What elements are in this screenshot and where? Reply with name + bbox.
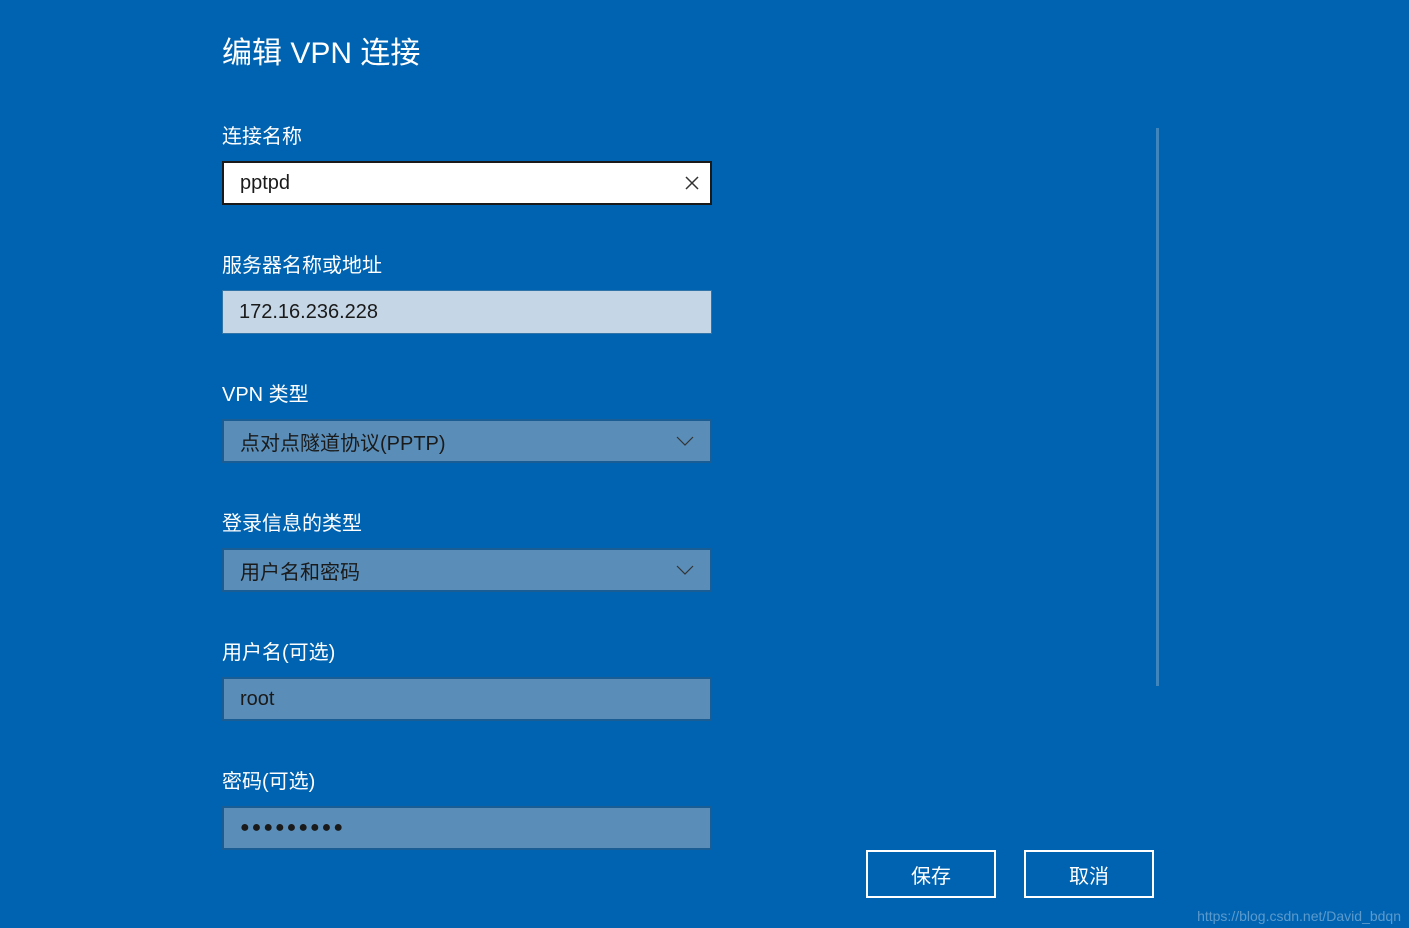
- username-value: root: [240, 688, 274, 711]
- edit-vpn-dialog: 编辑 VPN 连接 连接名称 服务器名称或地址 172.16.236.228 V…: [0, 0, 720, 850]
- login-type-label: 登录信息的类型: [222, 507, 720, 536]
- login-type-group: 登录信息的类型 用户名和密码: [222, 507, 720, 592]
- connection-name-group: 连接名称: [222, 120, 720, 205]
- chevron-down-icon: [676, 561, 694, 579]
- server-address-label: 服务器名称或地址: [222, 249, 720, 278]
- connection-name-wrapper: [222, 161, 712, 205]
- username-input[interactable]: root: [222, 677, 712, 721]
- server-address-value: 172.16.236.228: [239, 301, 378, 324]
- connection-name-input[interactable]: [222, 161, 712, 205]
- password-group: 密码(可选) ●●●●●●●●●: [222, 765, 720, 850]
- vpn-type-select[interactable]: 点对点隧道协议(PPTP): [222, 419, 712, 463]
- scrollbar[interactable]: [1156, 128, 1159, 686]
- server-address-input[interactable]: 172.16.236.228: [222, 290, 712, 334]
- save-button[interactable]: 保存: [866, 850, 996, 898]
- vpn-type-group: VPN 类型 点对点隧道协议(PPTP): [222, 378, 720, 463]
- login-type-select[interactable]: 用户名和密码: [222, 548, 712, 592]
- password-label: 密码(可选): [222, 765, 720, 794]
- username-label: 用户名(可选): [222, 636, 720, 665]
- vpn-type-value: 点对点隧道协议(PPTP): [240, 427, 446, 456]
- username-group: 用户名(可选) root: [222, 636, 720, 721]
- clear-icon[interactable]: [682, 173, 702, 193]
- password-input[interactable]: ●●●●●●●●●: [222, 806, 712, 850]
- chevron-down-icon: [676, 432, 694, 450]
- connection-name-label: 连接名称: [222, 120, 720, 149]
- vpn-type-label: VPN 类型: [222, 378, 720, 407]
- password-mask: ●●●●●●●●●: [240, 819, 345, 837]
- watermark: https://blog.csdn.net/David_bdqn: [1197, 908, 1401, 924]
- server-address-group: 服务器名称或地址 172.16.236.228: [222, 249, 720, 334]
- login-type-value: 用户名和密码: [240, 556, 360, 585]
- dialog-title: 编辑 VPN 连接: [222, 28, 720, 72]
- cancel-button[interactable]: 取消: [1024, 850, 1154, 898]
- dialog-buttons: 保存 取消: [866, 850, 1154, 898]
